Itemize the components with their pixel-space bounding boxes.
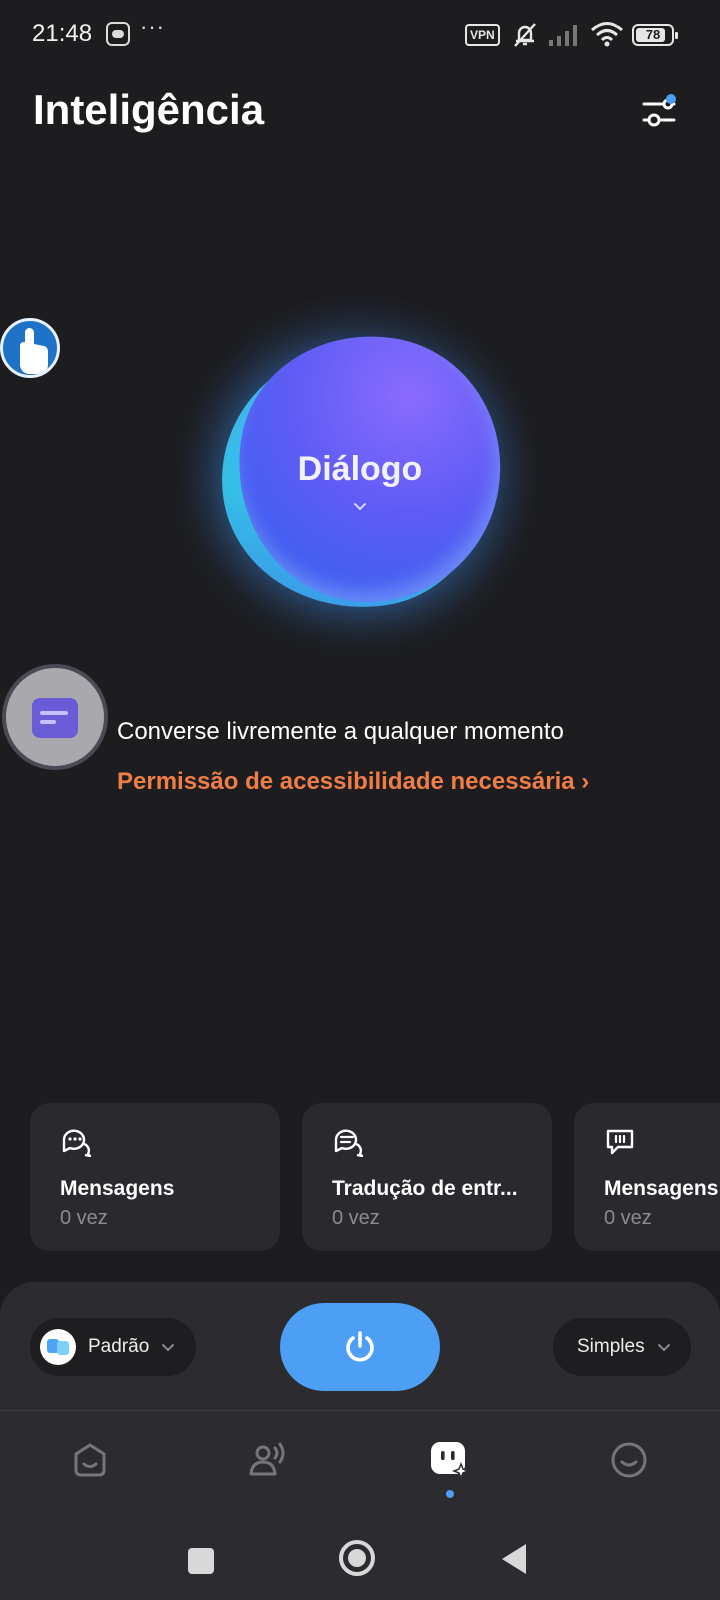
chevron-down-icon bbox=[162, 1344, 175, 1352]
card-input-translation[interactable]: Tradução de entr... 0 vez bbox=[302, 1103, 552, 1251]
voice-icon[interactable] bbox=[248, 1440, 288, 1480]
floating-touch-button[interactable] bbox=[0, 318, 60, 378]
vpn-badge: VPN bbox=[465, 24, 500, 46]
translate-chat-icon bbox=[334, 1129, 364, 1157]
display-mode-selector[interactable]: Simples bbox=[553, 1318, 691, 1376]
page-title: Inteligência bbox=[33, 86, 265, 133]
discord-icon bbox=[106, 22, 130, 46]
chevron-down-icon bbox=[657, 1344, 670, 1352]
ai-assistant-icon[interactable] bbox=[429, 1440, 469, 1480]
status-time: 21:48 bbox=[32, 20, 93, 47]
language-mode-label: Padrão bbox=[88, 1336, 150, 1357]
card-messages-2[interactable]: Mensagens 0 vez bbox=[574, 1103, 720, 1251]
recent-apps-button[interactable] bbox=[188, 1548, 214, 1574]
card-count: 0 vez bbox=[60, 1207, 108, 1229]
card-count: 0 vez bbox=[604, 1207, 652, 1229]
feature-description: Converse livremente a qualquer momento bbox=[117, 718, 564, 745]
usage-cards: Mensagens 0 vez Tradução de entr... 0 ve… bbox=[0, 1103, 720, 1251]
card-title: Mensagens bbox=[60, 1177, 175, 1200]
more-notifications-indicator: ··· bbox=[140, 14, 165, 39]
sliders-icon[interactable] bbox=[640, 90, 686, 136]
translator-logo-icon bbox=[40, 1329, 76, 1365]
chat-bubbles-icon bbox=[62, 1129, 92, 1157]
language-mode-selector[interactable]: Padrão bbox=[30, 1318, 196, 1376]
wifi-icon bbox=[591, 22, 623, 47]
card-title: Tradução de entr... bbox=[332, 1177, 518, 1200]
floating-chat-bubble[interactable] bbox=[2, 664, 108, 770]
active-tab-indicator bbox=[446, 1490, 454, 1498]
battery-icon: 78 bbox=[632, 24, 678, 46]
power-button[interactable] bbox=[280, 1303, 440, 1391]
status-bar: 21:48 ··· VPN 78 bbox=[0, 0, 720, 72]
tab-divider bbox=[0, 1410, 720, 1411]
chevron-down-icon[interactable] bbox=[352, 500, 368, 512]
power-icon bbox=[346, 1331, 374, 1362]
battery-level: 78 bbox=[645, 27, 661, 42]
home-button[interactable] bbox=[339, 1540, 375, 1576]
orb-mode-label[interactable]: Diálogo bbox=[240, 450, 480, 489]
mute-icon bbox=[514, 23, 536, 47]
system-navigation-bar bbox=[0, 1518, 720, 1600]
bottom-panel: Padrão Simples bbox=[0, 1282, 720, 1600]
signal-icon bbox=[549, 25, 577, 46]
display-mode-label: Simples bbox=[577, 1336, 645, 1357]
card-title: Mensagens bbox=[604, 1177, 719, 1200]
profile-icon[interactable] bbox=[609, 1440, 649, 1480]
hand-pointer-icon bbox=[20, 328, 48, 374]
back-button[interactable] bbox=[502, 1544, 526, 1574]
message-pause-icon bbox=[606, 1129, 634, 1155]
card-count: 0 vez bbox=[332, 1207, 380, 1229]
home-icon[interactable] bbox=[70, 1440, 110, 1480]
accessibility-permission-link[interactable]: Permissão de acessibilidade necessária › bbox=[117, 768, 589, 796]
chat-lines-icon bbox=[32, 698, 78, 738]
card-messages[interactable]: Mensagens 0 vez bbox=[30, 1103, 280, 1251]
